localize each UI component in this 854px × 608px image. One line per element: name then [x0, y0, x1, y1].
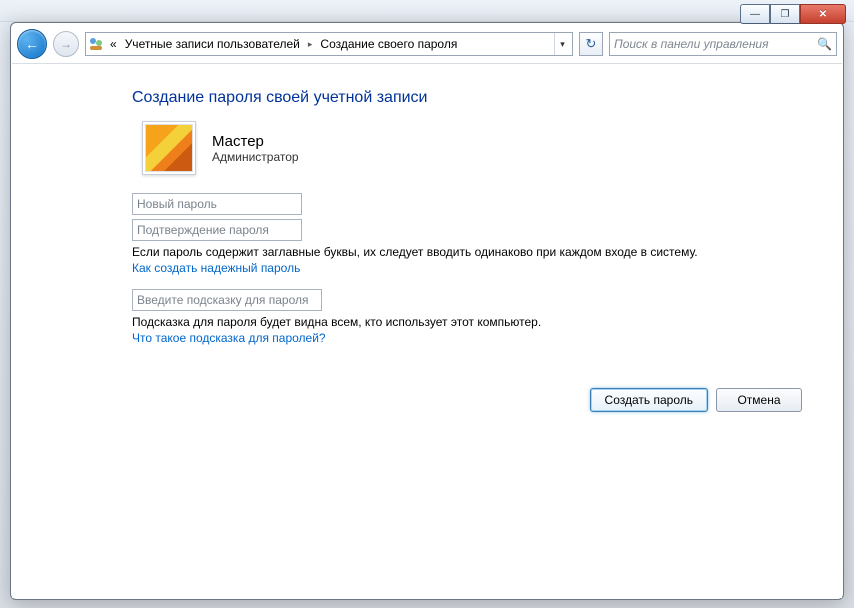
- new-password-input[interactable]: [132, 193, 302, 215]
- refresh-button[interactable]: ↻: [579, 32, 603, 56]
- window-controls: — ❐ ✕: [740, 4, 846, 24]
- password-hint-input[interactable]: [132, 289, 322, 311]
- account-summary: Мастер Администратор: [142, 121, 842, 175]
- search-input-wrapper[interactable]: Поиск в панели управления 🔍: [609, 32, 837, 56]
- chevron-right-icon: ▸: [306, 39, 315, 50]
- breadcrumb-level-1[interactable]: Учетные записи пользователей: [123, 37, 302, 51]
- cancel-button[interactable]: Отмена: [716, 388, 802, 412]
- confirm-password-input[interactable]: [132, 219, 302, 241]
- search-icon: 🔍: [817, 37, 832, 51]
- content-area: Создание пароля своей учетной записи Мас…: [12, 65, 842, 598]
- hint-help-link[interactable]: Что такое подсказка для паролей?: [132, 331, 842, 345]
- strong-password-link[interactable]: Как создать надежный пароль: [132, 261, 842, 275]
- arrow-right-icon: →: [60, 37, 72, 51]
- breadcrumb-level-2[interactable]: Создание своего пароля: [318, 37, 459, 51]
- nav-back-button[interactable]: ←: [17, 29, 47, 59]
- account-name: Мастер: [212, 133, 299, 150]
- case-sensitivity-note: Если пароль содержит заглавные буквы, их…: [132, 245, 772, 259]
- navigation-row: ← → « Учетные записи пользователей ▸ Соз…: [17, 29, 837, 59]
- create-password-button[interactable]: Создать пароль: [590, 388, 708, 412]
- footer-buttons: Создать пароль Отмена: [590, 388, 802, 412]
- breadcrumb-prefix: «: [108, 37, 119, 51]
- avatar: [142, 121, 196, 175]
- hint-visibility-note: Подсказка для пароля будет видна всем, к…: [132, 315, 772, 329]
- control-panel-window: — ❐ ✕ ← → « Учетные записи пользователей…: [10, 22, 844, 600]
- address-dropdown-button[interactable]: ▾: [554, 33, 570, 55]
- refresh-icon: ↻: [586, 36, 597, 52]
- header-divider: [12, 63, 842, 64]
- nav-forward-button[interactable]: →: [53, 31, 79, 57]
- search-placeholder: Поиск в панели управления: [614, 37, 769, 51]
- address-bar[interactable]: « Учетные записи пользователей ▸ Создани…: [85, 32, 573, 56]
- arrow-left-icon: ←: [25, 36, 39, 52]
- maximize-button[interactable]: ❐: [770, 4, 800, 24]
- minimize-button[interactable]: —: [740, 4, 770, 24]
- account-role: Администратор: [212, 150, 299, 164]
- user-accounts-icon: [88, 36, 104, 52]
- close-button[interactable]: ✕: [800, 4, 846, 24]
- background-window-hint: [0, 0, 854, 22]
- avatar-image: [145, 124, 193, 172]
- page-title: Создание пароля своей учетной записи: [132, 89, 842, 107]
